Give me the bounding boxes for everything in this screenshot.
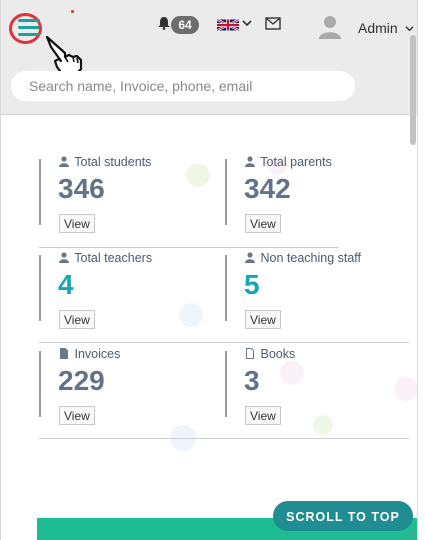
divider bbox=[225, 159, 227, 225]
user-icon bbox=[59, 156, 69, 167]
chevron-down-icon[interactable] bbox=[242, 19, 252, 27]
stat-invoices: Invoices 229 View bbox=[39, 347, 219, 442]
divider bbox=[39, 255, 41, 321]
chevron-down-icon bbox=[405, 26, 414, 32]
stat-label: Total students bbox=[59, 155, 151, 169]
user-icon bbox=[59, 252, 69, 263]
avatar-icon[interactable] bbox=[319, 15, 341, 39]
bell-icon[interactable] bbox=[157, 16, 171, 30]
stat-total-students: Total students 346 View bbox=[39, 155, 219, 250]
divider bbox=[225, 351, 227, 417]
row-divider bbox=[39, 438, 409, 439]
divider bbox=[225, 255, 227, 321]
stat-value: 3 bbox=[244, 365, 260, 396]
user-name: Admin bbox=[358, 20, 398, 36]
stat-label: Non teaching staff bbox=[245, 251, 361, 265]
uk-flag-icon[interactable] bbox=[217, 18, 239, 32]
view-parents-button[interactable]: View bbox=[245, 214, 281, 233]
stat-value: 229 bbox=[58, 365, 105, 396]
stat-label: Total parents bbox=[245, 155, 332, 169]
file-outline-icon bbox=[246, 348, 254, 359]
view-teachers-button[interactable]: View bbox=[59, 310, 95, 329]
view-books-button[interactable]: View bbox=[245, 406, 281, 425]
hamburger-menu-icon[interactable] bbox=[18, 19, 40, 37]
user-icon bbox=[245, 156, 255, 167]
search-input[interactable] bbox=[11, 71, 355, 101]
file-icon bbox=[60, 348, 68, 359]
user-menu[interactable]: Admin bbox=[358, 20, 414, 36]
top-navbar: 64 Admin bbox=[1, 0, 417, 115]
notification-badge[interactable]: 64 bbox=[171, 16, 199, 34]
mail-icon[interactable] bbox=[265, 17, 281, 30]
scrollbar-thumb[interactable] bbox=[410, 35, 416, 145]
stat-value: 346 bbox=[58, 173, 105, 204]
scroll-to-top-button[interactable]: SCROLL TO TOP bbox=[273, 501, 413, 531]
view-invoices-button[interactable]: View bbox=[59, 406, 95, 425]
view-students-button[interactable]: View bbox=[59, 214, 95, 233]
stat-label: Books bbox=[245, 347, 295, 361]
stat-total-teachers: Total teachers 4 View bbox=[39, 251, 219, 346]
stat-total-parents: Total parents 342 View bbox=[225, 155, 405, 250]
row-divider bbox=[39, 247, 339, 248]
dashboard-content: Total students 346 View Total parents 34… bbox=[1, 115, 417, 540]
view-staff-button[interactable]: View bbox=[245, 310, 281, 329]
stat-non-teaching-staff: Non teaching staff 5 View bbox=[225, 251, 405, 346]
app-frame: 64 Admin Search name, Invoice, phone, em… bbox=[0, 0, 418, 540]
stat-value: 342 bbox=[244, 173, 291, 204]
divider bbox=[39, 159, 41, 225]
resize-handle-icon[interactable] bbox=[407, 527, 417, 537]
row-divider bbox=[39, 342, 409, 343]
divider bbox=[39, 351, 41, 417]
stat-books: Books 3 View bbox=[225, 347, 405, 442]
user-icon bbox=[245, 252, 255, 263]
stat-label: Total teachers bbox=[59, 251, 152, 265]
stat-value: 5 bbox=[244, 269, 260, 300]
stat-value: 4 bbox=[58, 269, 74, 300]
stat-label: Invoices bbox=[59, 347, 120, 361]
indicator-dot bbox=[71, 10, 74, 13]
